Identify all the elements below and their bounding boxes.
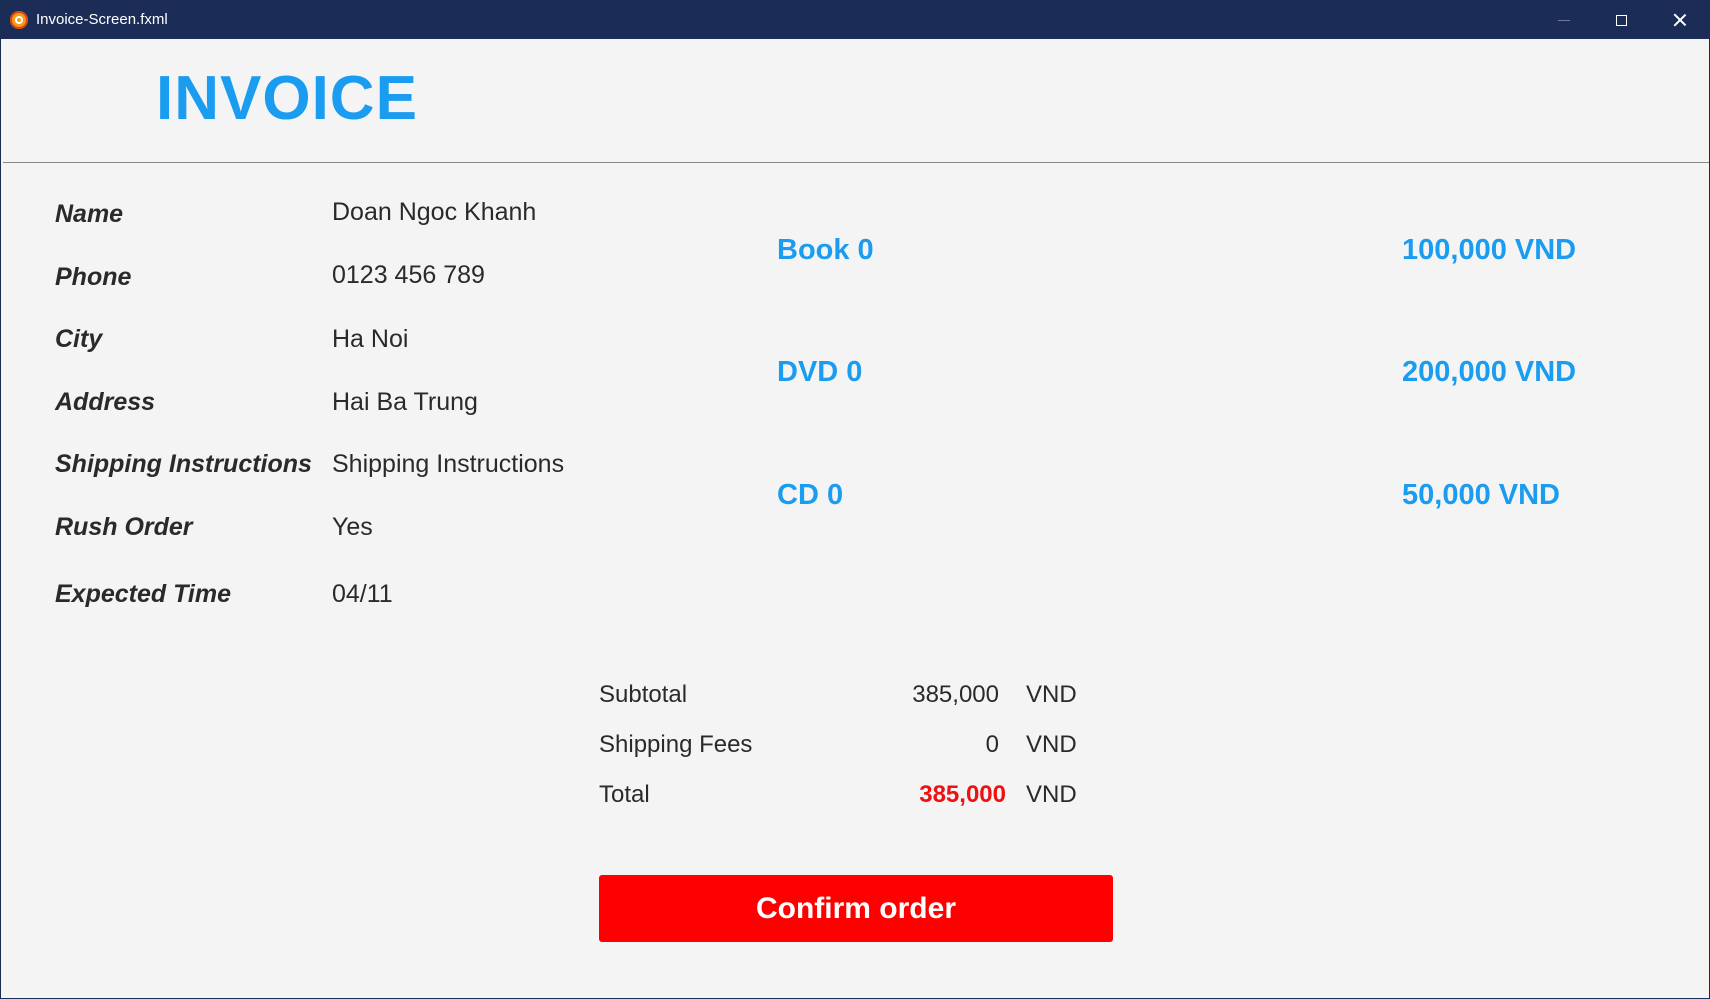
city-value: Ha Noi [332, 325, 409, 353]
window-title: Invoice-Screen.fxml [36, 11, 168, 28]
shipping-instructions-label: Shipping Instructions [55, 450, 312, 478]
subtotal-value: 385,000 [912, 681, 999, 708]
shipping-fees-value: 0 [985, 731, 999, 758]
app-icon [10, 11, 28, 29]
close-icon [1673, 13, 1687, 27]
phone-value: 0123 456 789 [332, 261, 485, 289]
title-bar[interactable]: Invoice-Screen.fxml [1, 1, 1709, 39]
address-label: Address [55, 388, 156, 416]
shipping-instructions-value: Shipping Instructions [332, 450, 565, 478]
item-price-dvd: 200,000 VND [1402, 356, 1577, 388]
total-unit: VND [1026, 781, 1077, 808]
app-window: Invoice-Screen.fxml INVOICE Name Doan Ng… [0, 0, 1710, 999]
shipping-fees-label: Shipping Fees [599, 731, 753, 758]
rush-order-value: Yes [332, 513, 373, 541]
expected-time-label: Expected Time [55, 580, 232, 608]
shipping-fees-unit: VND [1026, 731, 1077, 758]
item-name-cd: CD 0 [777, 479, 844, 511]
minimize-button[interactable] [1535, 1, 1593, 39]
page-title: INVOICE [156, 64, 418, 133]
item-name-book: Book 0 [777, 234, 874, 266]
subtotal-label: Subtotal [599, 681, 688, 708]
maximize-button[interactable] [1592, 1, 1650, 39]
item-price-book: 100,000 VND [1402, 234, 1577, 266]
address-value: Hai Ba Trung [332, 388, 478, 416]
expected-time-value: 04/11 [332, 580, 393, 608]
minimize-icon [1558, 19, 1570, 21]
name-value: Doan Ngoc Khanh [332, 198, 537, 226]
rush-order-label: Rush Order [55, 513, 193, 541]
phone-label: Phone [55, 263, 132, 291]
maximize-icon [1615, 14, 1627, 26]
name-label: Name [55, 200, 124, 228]
header-panel: INVOICE [3, 39, 1709, 163]
city-label: City [55, 325, 103, 353]
confirm-order-button[interactable]: Confirm order [599, 875, 1113, 942]
close-button[interactable] [1651, 1, 1709, 39]
item-name-dvd: DVD 0 [777, 356, 863, 388]
item-price-cd: 50,000 VND [1402, 479, 1560, 511]
subtotal-unit: VND [1026, 681, 1077, 708]
total-value: 385,000 [919, 781, 1006, 808]
total-label: Total [599, 781, 650, 808]
